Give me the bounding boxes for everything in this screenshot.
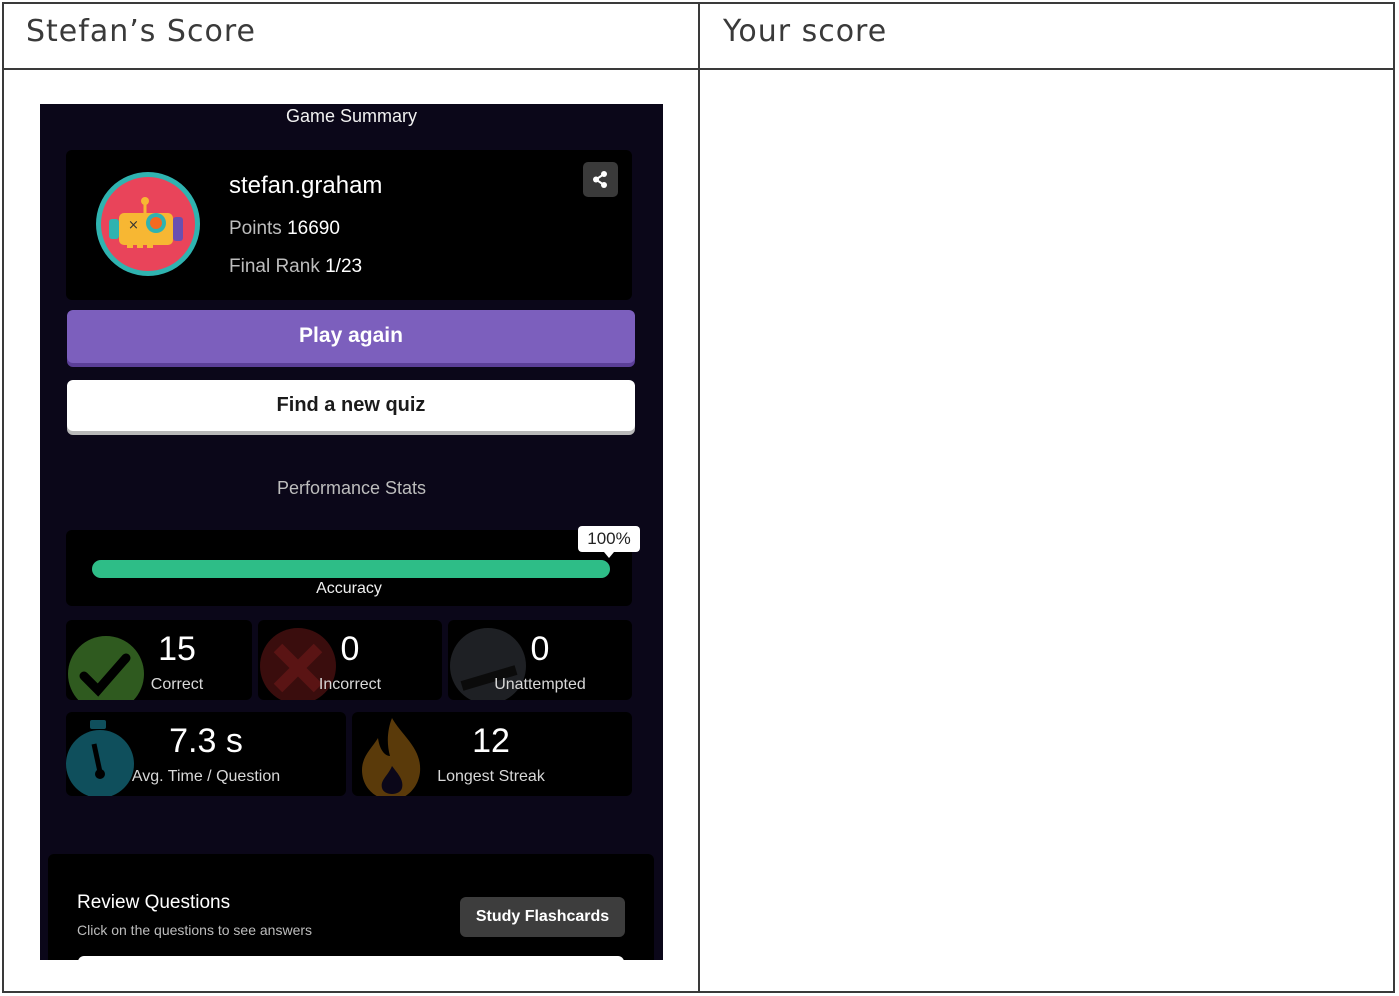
- avg-time-value: 7.3 s: [169, 722, 243, 760]
- accuracy-bar-fill: [92, 560, 610, 578]
- right-column-header: Your score: [723, 14, 888, 49]
- longest-streak-value: 12: [472, 722, 510, 760]
- game-summary-title: Game Summary: [285, 106, 418, 126]
- review-title: Review Questions: [77, 892, 231, 913]
- avg-time-label: Avg. Time / Question: [131, 768, 281, 785]
- rank-label: Final Rank: [229, 256, 320, 277]
- points-row: Points 16690: [229, 218, 340, 240]
- accuracy-label: Accuracy: [316, 580, 382, 597]
- review-subtitle: Click on the questions to see answers: [77, 922, 313, 938]
- longest-streak-stat-card: 12 Longest Streak: [352, 712, 632, 796]
- avg-time-stat-card: 7.3 s Avg. Time / Question: [66, 712, 346, 796]
- rank-value: 1/23: [325, 256, 363, 277]
- points-label: Points: [229, 218, 282, 239]
- points-value: 16690: [287, 218, 340, 239]
- performance-stats-heading: Performance Stats: [276, 478, 427, 498]
- question-card-edge[interactable]: [78, 956, 624, 960]
- longest-streak-label: Longest Streak: [437, 768, 545, 785]
- unattempted-stat-card: 0 Unattempted: [448, 620, 632, 700]
- share-button[interactable]: [583, 162, 618, 197]
- left-column-header: Stefan’s Score: [26, 14, 256, 49]
- svg-text:×: ×: [128, 218, 139, 233]
- unattempted-count: 0: [530, 630, 550, 668]
- review-questions-card: Review Questions Click on the questions …: [48, 854, 654, 960]
- correct-label: Correct: [150, 676, 204, 693]
- incorrect-stat-card: 0 Incorrect: [258, 620, 442, 700]
- accuracy-card: 100% Accuracy: [66, 526, 640, 606]
- accuracy-value: 100%: [587, 529, 631, 548]
- accuracy-bar: [92, 560, 610, 578]
- avatar: ×: [96, 172, 200, 276]
- correct-count: 15: [158, 630, 196, 668]
- rank-row: Final Rank 1/23: [229, 256, 362, 278]
- correct-stat-card: 15 Correct: [66, 620, 252, 700]
- robot-avatar-icon: ×: [109, 197, 183, 248]
- play-again-button[interactable]: Play again: [67, 310, 635, 363]
- unattempted-label: Unattempted: [494, 676, 586, 693]
- username: stefan.graham: [229, 172, 383, 199]
- profile-card: × stefan.graham Points 16690 Final Rank …: [66, 150, 632, 300]
- study-flashcards-button[interactable]: Study Flashcards: [460, 897, 625, 937]
- incorrect-label: Incorrect: [318, 676, 382, 693]
- column-divider: [698, 2, 700, 993]
- incorrect-count: 0: [340, 630, 360, 668]
- game-summary-screenshot: Game Summary × stefan.graham Points 1669…: [40, 104, 663, 960]
- accuracy-tooltip: 100%: [578, 526, 640, 558]
- share-icon: [593, 171, 607, 188]
- find-new-quiz-button[interactable]: Find a new quiz: [67, 380, 635, 431]
- header-divider: [2, 68, 1395, 70]
